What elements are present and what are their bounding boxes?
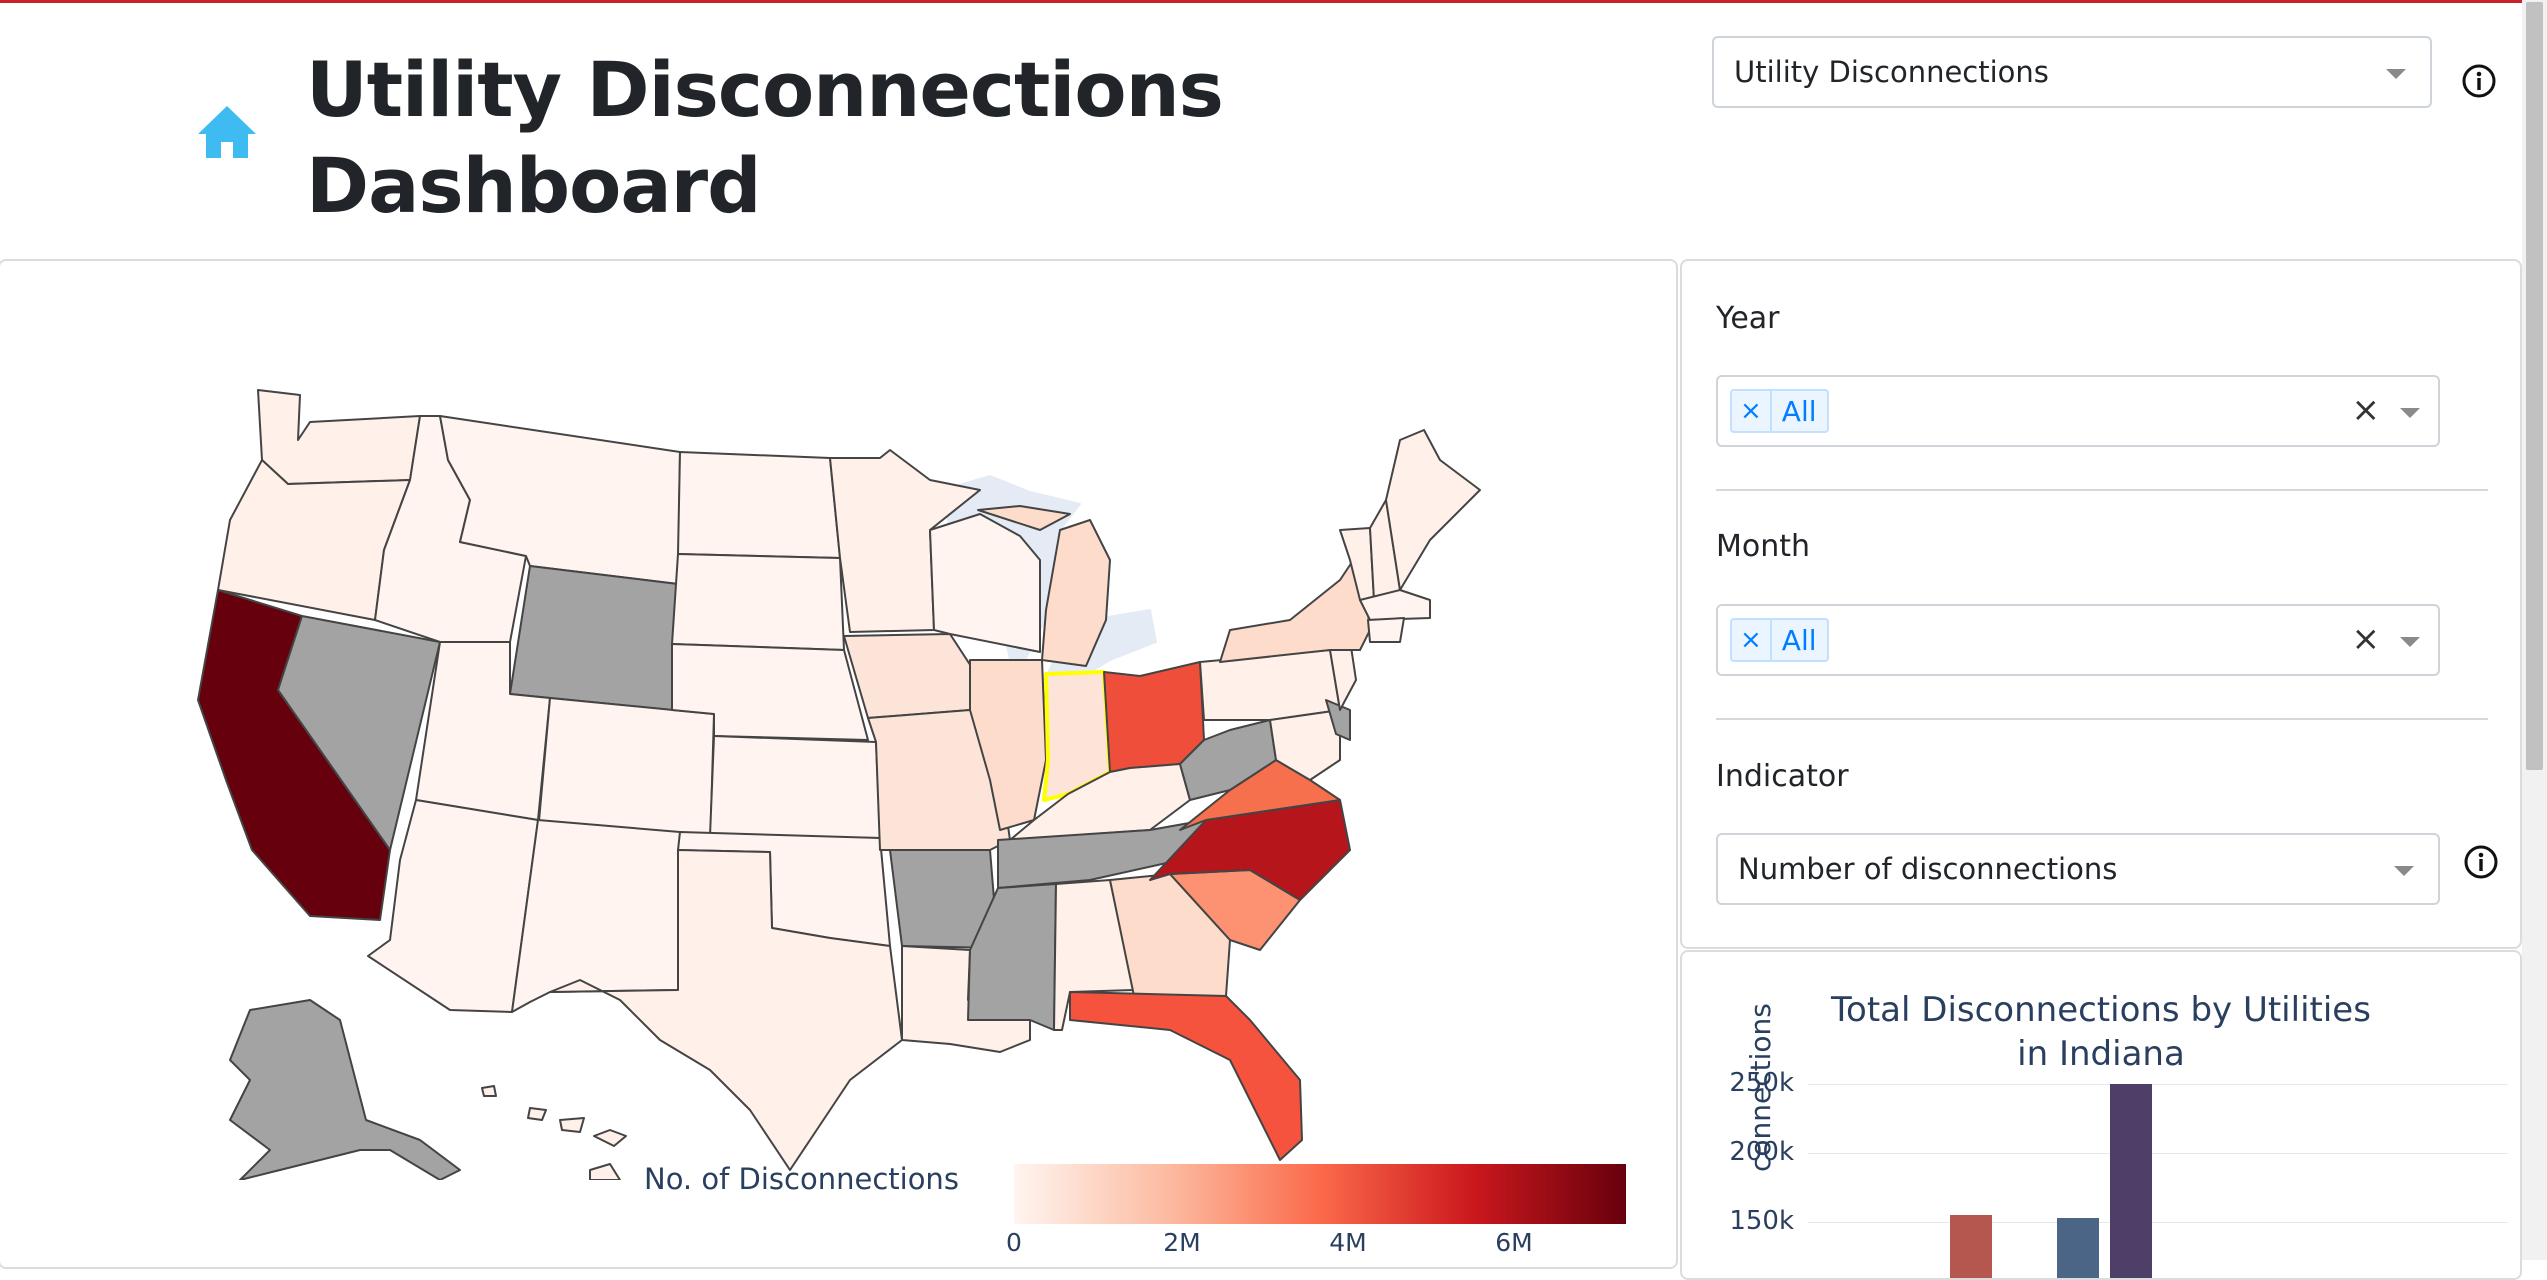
home-icon[interactable] [196,104,258,160]
colorbar-tick: 2M [1163,1228,1201,1257]
indicator-select[interactable]: Number of disconnections [1716,833,2440,905]
scrollbar-thumb[interactable] [2526,2,2543,770]
indicator-label: Indicator [1716,759,1849,794]
info-icon[interactable] [2462,64,2496,98]
chevron-down-icon[interactable] [2400,408,2420,418]
utility-bar[interactable] [1950,1215,1992,1278]
month-tag[interactable]: × All [1730,618,1829,662]
filter-panel: Year × All × Month × All × Indicator Num… [1680,259,2522,949]
state-wyoming [509,565,679,711]
page-title-line2: Dashboard [306,141,761,230]
y-axis-label: connections [1744,1003,1777,1172]
divider [1716,718,2488,720]
month-tag-label: All [1781,623,1817,657]
state-connecticut [1367,617,1405,643]
colorbar-tick: 4M [1329,1228,1367,1257]
page-scrollbar[interactable] [2522,0,2547,1260]
state-maine [1385,429,1481,591]
chevron-down-icon [2394,866,2414,876]
utility-bar[interactable] [2057,1217,2099,1278]
year-tag[interactable]: × All [1730,389,1829,433]
us-choropleth-map[interactable] [190,380,1490,1180]
state-new-mexico [511,819,681,1013]
colorbar-title: No. of Disconnections [644,1162,959,1196]
clear-icon[interactable]: × [2352,619,2381,659]
state-florida [1069,991,1303,1161]
page-title-line1: Utility Disconnections [306,45,1224,134]
chevron-down-icon [2386,69,2406,79]
state-new-york [1219,549,1371,663]
chart-title-line1: Total Disconnections by Utilities [1831,990,2371,1030]
gridline [1808,1153,2508,1154]
colorbar-tick: 6M [1495,1228,1533,1257]
gridline [1808,1084,2508,1085]
info-icon[interactable] [2464,845,2498,879]
month-multiselect[interactable]: × All × [1716,604,2440,676]
tag-remove-icon[interactable]: × [1732,620,1772,660]
state-south-dakota [671,553,845,651]
top-accent-line [0,0,2547,3]
gridline [1808,1222,2508,1223]
utility-bar[interactable] [2110,1084,2152,1278]
state-hawaii [481,1085,627,1180]
colorbar [1014,1164,1626,1224]
y-tick-label: 150k [1729,1206,1794,1236]
colorbar-tick: 0 [1006,1228,1022,1257]
utility-bar-chart-panel: Total Disconnections by Utilities in Ind… [1680,950,2522,1280]
state-washington [257,389,421,485]
chevron-down-icon[interactable] [2400,637,2420,647]
year-label: Year [1716,301,1780,336]
state-north-dakota [677,451,841,559]
divider [1716,489,2488,491]
dataset-select[interactable]: Utility Disconnections [1712,36,2432,108]
month-label: Month [1716,529,1811,564]
state-iowa [843,633,981,719]
chart-title-line2: in Indiana [2017,1034,2185,1074]
page-title: Utility Disconnections Dashboard [306,42,1224,234]
tag-remove-icon[interactable]: × [1732,391,1772,431]
clear-icon[interactable]: × [2352,390,2381,430]
dataset-select-value: Utility Disconnections [1734,55,2049,89]
state-kansas [709,735,881,839]
indicator-select-value: Number of disconnections [1738,852,2118,886]
state-alaska [229,999,461,1180]
year-tag-label: All [1781,394,1817,428]
year-multiselect[interactable]: × All × [1716,375,2440,447]
